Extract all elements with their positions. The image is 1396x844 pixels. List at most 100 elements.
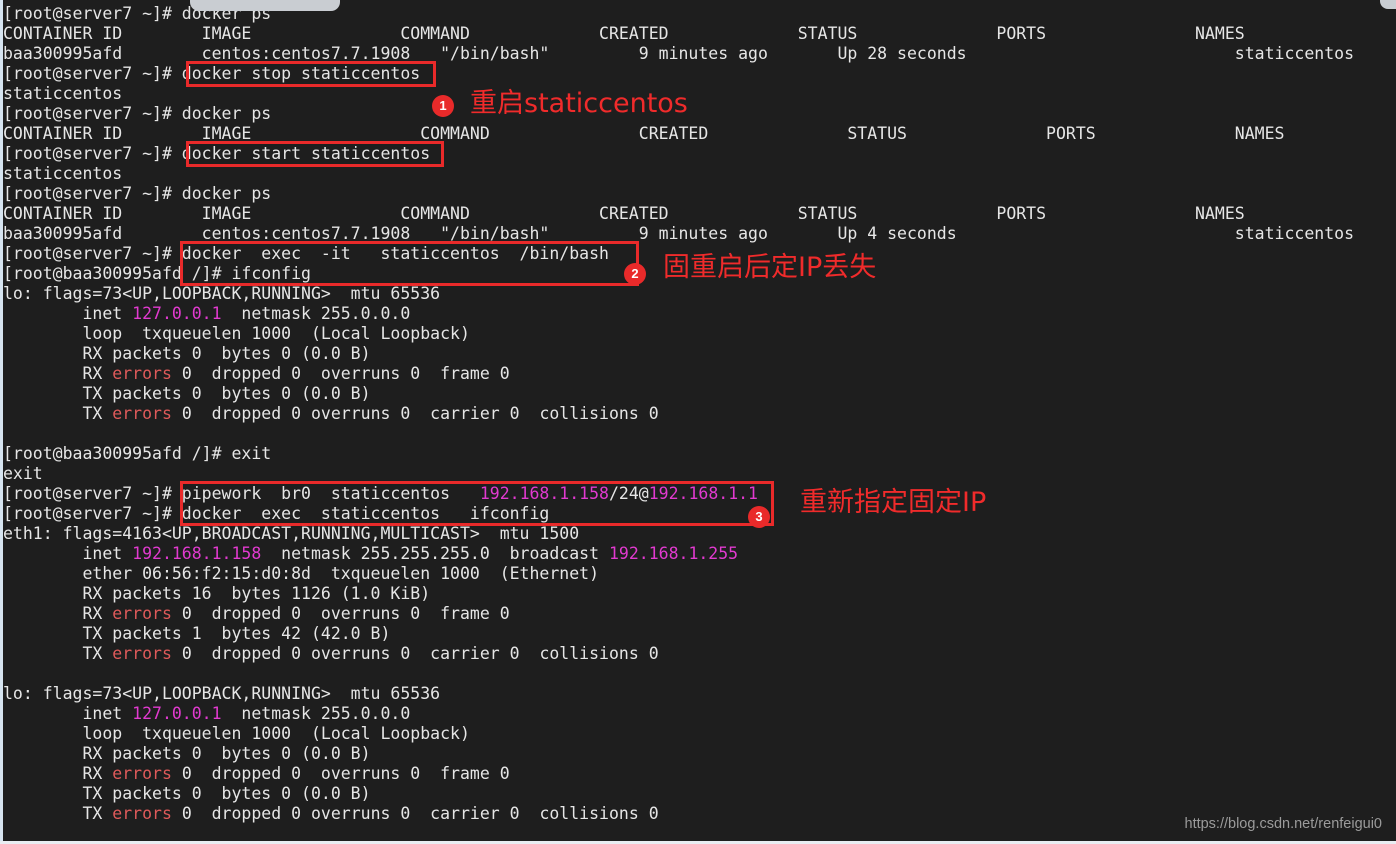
terminal-text-segment: [root@server7 ~]# docker exec staticcent…: [3, 504, 550, 523]
window-tab-handle[interactable]: [190, 0, 340, 11]
terminal-text-segment: TX packets 0 bytes 0 (0.0 B): [3, 384, 371, 403]
terminal-text-segment: [root@baa300995afd /]# ifconfig: [3, 264, 311, 283]
terminal-text-segment: CONTAINER ID IMAGE COMMAND CREATED STATU…: [3, 24, 1245, 43]
terminal-line: ether 06:56:f2:15:d0:8d txqueuelen 1000 …: [3, 564, 599, 584]
terminal-text-segment: [root@server7 ~]# pipework br0 staticcen…: [3, 484, 480, 503]
terminal-line: TX packets 0 bytes 0 (0.0 B): [3, 384, 371, 404]
terminal-text-segment: /24@: [608, 484, 649, 503]
terminal-line: [root@server7 ~]# docker exec -it static…: [3, 244, 609, 264]
terminal-text-segment: 192.168.1.158: [132, 544, 262, 563]
terminal-text-segment: RX packets 0 bytes 0 (0.0 B): [3, 344, 371, 363]
terminal-text-segment: RX packets 0 bytes 0 (0.0 B): [3, 744, 371, 763]
step-badge-2: 2: [624, 263, 646, 285]
terminal-text-segment: TX packets 1 bytes 42 (42.0 B): [3, 624, 391, 643]
terminal-text-segment: lo: flags=73<UP,LOOPBACK,RUNNING> mtu 65…: [3, 284, 441, 303]
terminal-line: RX errors 0 dropped 0 overruns 0 frame 0: [3, 364, 510, 384]
terminal-text-segment: staticcentos: [3, 164, 123, 183]
terminal-text-segment: CONTAINER ID IMAGE COMMAND CREATED STATU…: [3, 204, 1245, 223]
terminal-line: lo: flags=73<UP,LOOPBACK,RUNNING> mtu 65…: [3, 284, 440, 304]
terminal-text-segment: 192.168.1.1: [648, 484, 758, 503]
terminal-line: [root@baa300995afd /]# ifconfig: [3, 264, 311, 284]
watermark-text: https://blog.csdn.net/renfeigui0: [1184, 816, 1383, 832]
terminal-text-segment: staticcentos: [3, 84, 123, 103]
terminal-text-segment: TX packets 0 bytes 0 (0.0 B): [3, 784, 371, 803]
terminal-text-segment: baa300995afd centos:centos7.7.1908 "/bin…: [3, 44, 1355, 63]
note-reassign-static-ip: 重新指定固定IP: [800, 487, 987, 518]
window-left-border: [0, 0, 3, 844]
terminal-line: TX errors 0 dropped 0 overruns 0 carrier…: [3, 644, 659, 664]
terminal-text-segment: 192.168.1.255: [608, 544, 739, 563]
terminal-text-segment: errors: [112, 604, 172, 623]
terminal-line: loop txqueuelen 1000 (Local Loopback): [3, 724, 470, 744]
terminal-line: [root@server7 ~]# docker ps: [3, 184, 271, 204]
terminal-text-segment: ether 06:56:f2:15:d0:8d txqueuelen 1000 …: [3, 564, 600, 583]
terminal-window: [root@server7 ~]# docker ps CONTAINER ID …: [0, 0, 1396, 844]
terminal-text-segment: eth1: flags=4163<UP,BROADCAST,RUNNING,MU…: [3, 524, 580, 543]
terminal-line: RX packets 0 bytes 0 (0.0 B): [3, 344, 371, 364]
terminal-text-segment: exit: [3, 464, 43, 483]
terminal-line: [root@server7 ~]# docker ps: [3, 104, 271, 124]
terminal-text-segment: [root@server7 ~]# docker stop staticcent…: [3, 64, 421, 83]
terminal-line: RX packets 0 bytes 0 (0.0 B): [3, 744, 371, 764]
terminal-text-segment: [root@baa300995afd /]# exit: [3, 444, 272, 463]
terminal-text-segment: 0 dropped 0 overruns 0 frame 0: [171, 364, 510, 383]
terminal-line: RX errors 0 dropped 0 overruns 0 frame 0: [3, 604, 510, 624]
terminal-text-segment: TX: [3, 644, 113, 663]
terminal-text-segment: 127.0.0.1: [132, 704, 222, 723]
note-restart-staticcentos: 重启staticcentos: [470, 88, 688, 119]
terminal-text-segment: netmask 255.255.255.0 broadcast: [261, 544, 609, 563]
terminal-text-segment: RX packets 16 bytes 1126 (1.0 KiB): [3, 584, 431, 603]
terminal-line: inet 127.0.0.1 netmask 255.0.0.0: [3, 304, 410, 324]
terminal-line: baa300995afd centos:centos7.7.1908 "/bin…: [3, 44, 1354, 64]
terminal-text-segment: [root@server7 ~]# docker exec -it static…: [3, 244, 609, 263]
terminal-text-segment: errors: [112, 764, 172, 783]
terminal-text-segment: TX: [3, 804, 113, 823]
terminal-text-segment: loop txqueuelen 1000 (Local Loopback): [3, 724, 470, 743]
terminal-text-segment: errors: [112, 644, 172, 663]
terminal-line: CONTAINER ID IMAGE COMMAND CREATED STATU…: [3, 204, 1245, 224]
terminal-text-segment: TX: [3, 404, 113, 423]
terminal-line: inet 192.168.1.158 netmask 255.255.255.0…: [3, 544, 738, 564]
terminal-line: CONTAINER ID IMAGE COMMAND CREATED STATU…: [3, 124, 1284, 144]
terminal-line: TX errors 0 dropped 0 overruns 0 carrier…: [3, 404, 659, 424]
note-ip-lost-after-restart: 固重启后定IP丢失: [663, 252, 877, 283]
step-badge-1: 1: [432, 95, 454, 117]
terminal-text-segment: 192.168.1.158: [479, 484, 609, 503]
terminal-text-segment: errors: [112, 404, 172, 423]
terminal-line: [root@server7 ~]# docker stop staticcent…: [3, 64, 420, 84]
terminal-line: [root@baa300995afd /]# exit: [3, 444, 271, 464]
terminal-text-segment: CONTAINER ID IMAGE COMMAND CREATED STATU…: [3, 124, 1285, 143]
terminal-line: TX errors 0 dropped 0 overruns 0 carrier…: [3, 804, 659, 824]
terminal-text-segment: [root@server7 ~]# docker ps: [3, 104, 272, 123]
terminal-line: loop txqueuelen 1000 (Local Loopback): [3, 324, 470, 344]
terminal-line: TX packets 1 bytes 42 (42.0 B): [3, 624, 390, 644]
step-badge-3: 3: [748, 506, 770, 528]
terminal-text-segment: inet: [3, 544, 133, 563]
terminal-text-segment: RX: [3, 364, 113, 383]
terminal-line: baa300995afd centos:centos7.7.1908 "/bin…: [3, 224, 1354, 244]
terminal-text-segment: [root@server7 ~]# docker start staticcen…: [3, 144, 431, 163]
terminal-text-segment: [root@server7 ~]# docker ps: [3, 184, 272, 203]
terminal-line: lo: flags=73<UP,LOOPBACK,RUNNING> mtu 65…: [3, 684, 440, 704]
terminal-line: [root@server7 ~]# docker exec staticcent…: [3, 504, 549, 524]
terminal-line: [root@server7 ~]# docker start staticcen…: [3, 144, 430, 164]
terminal-line: [root@server7 ~]# pipework br0 staticcen…: [3, 484, 758, 504]
terminal-text-segment: 0 dropped 0 overruns 0 carrier 0 collisi…: [171, 804, 659, 823]
terminal-text-segment: loop txqueuelen 1000 (Local Loopback): [3, 324, 470, 343]
terminal-text-segment: 0 dropped 0 overruns 0 carrier 0 collisi…: [171, 644, 659, 663]
terminal-line: TX packets 0 bytes 0 (0.0 B): [3, 784, 371, 804]
terminal-line: eth1: flags=4163<UP,BROADCAST,RUNNING,MU…: [3, 524, 579, 544]
terminal-text-segment: netmask 255.0.0.0: [221, 704, 411, 723]
terminal-line: staticcentos: [3, 84, 122, 104]
terminal-text-segment: RX: [3, 604, 113, 623]
terminal-line: RX packets 16 bytes 1126 (1.0 KiB): [3, 584, 430, 604]
terminal-text-segment: 0 dropped 0 overruns 0 frame 0: [171, 764, 510, 783]
terminal-text-segment: inet: [3, 304, 133, 323]
terminal-text-segment: 127.0.0.1: [132, 304, 222, 323]
terminal-text-segment: errors: [112, 364, 172, 383]
terminal-text-segment: 0 dropped 0 overruns 0 carrier 0 collisi…: [171, 404, 659, 423]
terminal-line: staticcentos: [3, 164, 122, 184]
terminal-output[interactable]: [root@server7 ~]# docker ps CONTAINER ID …: [0, 0, 1396, 844]
terminal-text-segment: 0 dropped 0 overruns 0 frame 0: [171, 604, 510, 623]
terminal-text-segment: lo: flags=73<UP,LOOPBACK,RUNNING> mtu 65…: [3, 684, 441, 703]
